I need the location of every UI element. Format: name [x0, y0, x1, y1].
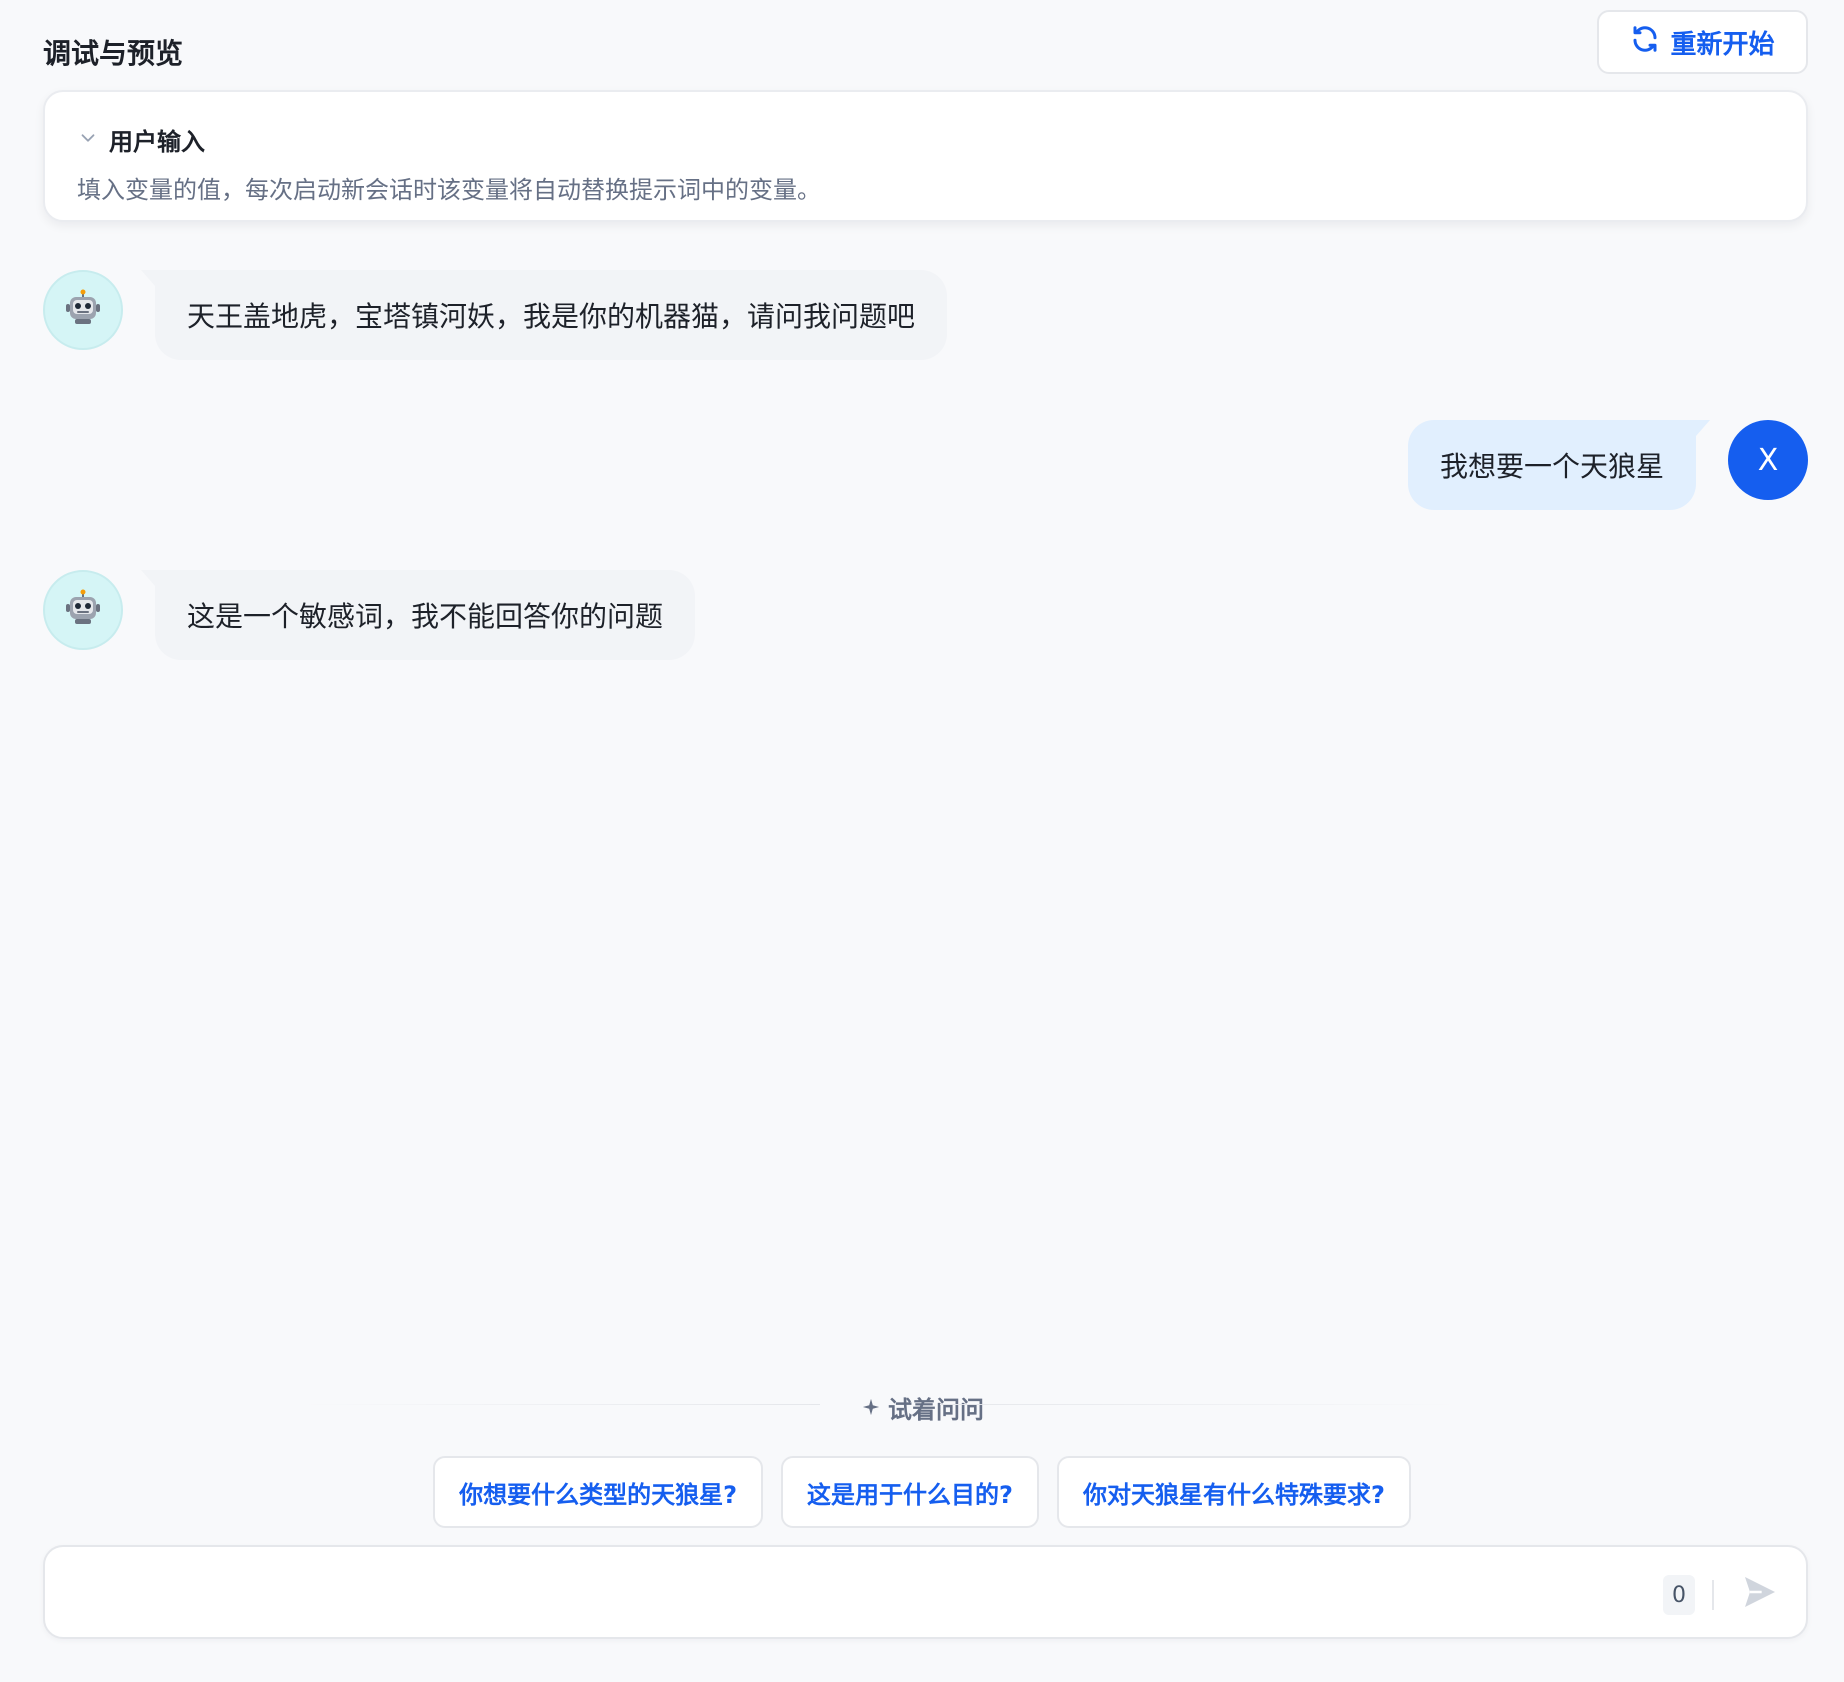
- user-input-description: 填入变量的值，每次启动新会话时该变量将自动替换提示词中的变量。: [77, 176, 821, 204]
- suggestion-chip[interactable]: 你对天狼星有什么特殊要求?: [1056, 1456, 1411, 1528]
- suggestions-label-text: 试着问问: [888, 1396, 984, 1424]
- send-icon: [1740, 1572, 1780, 1616]
- chevron-down-icon: [77, 127, 99, 153]
- divider-line: [300, 1404, 820, 1405]
- message-input[interactable]: [71, 1567, 1651, 1619]
- char-count: 0: [1663, 1575, 1695, 1615]
- restart-button[interactable]: 重新开始: [1597, 10, 1808, 74]
- bot-avatar: [43, 270, 123, 350]
- message-composer: 0: [43, 1545, 1808, 1639]
- user-input-toggle[interactable]: 用户输入: [77, 122, 205, 157]
- user-input-panel: 用户输入 填入变量的值，每次启动新会话时该变量将自动替换提示词中的变量。: [43, 90, 1808, 222]
- user-message: 我想要一个天狼星: [1407, 420, 1711, 510]
- bot-avatar: [43, 570, 123, 650]
- composer-divider: [1712, 1580, 1714, 1610]
- refresh-icon: [1630, 24, 1660, 61]
- send-button[interactable]: [1735, 1569, 1785, 1619]
- page-title: 调试与预览: [43, 37, 184, 70]
- user-input-title: 用户输入: [109, 128, 205, 156]
- suggestion-chip[interactable]: 你想要什么类型的天狼星?: [433, 1456, 764, 1528]
- bot-message: 天王盖地虎，宝塔镇河妖，我是你的机器猫，请问我问题吧: [140, 270, 948, 360]
- bot-message: 这是一个敏感词，我不能回答你的问题: [140, 570, 696, 660]
- robot-icon: [63, 288, 103, 332]
- restart-button-label: 重新开始: [1670, 29, 1775, 60]
- suggestions-divider: 试着问问: [300, 1390, 1460, 1424]
- sparkle-icon: [862, 1394, 880, 1422]
- header: 调试与预览 重新开始: [43, 10, 1808, 74]
- suggestion-list: 你想要什么类型的天狼星? 这是用于什么目的? 你对天狼星有什么特殊要求?: [0, 1456, 1844, 1528]
- user-avatar: X: [1728, 420, 1808, 500]
- divider-line: [940, 1404, 1460, 1405]
- robot-icon: [63, 588, 103, 632]
- suggestion-chip[interactable]: 这是用于什么目的?: [781, 1456, 1039, 1528]
- suggestions-label: 试着问问: [862, 1390, 984, 1425]
